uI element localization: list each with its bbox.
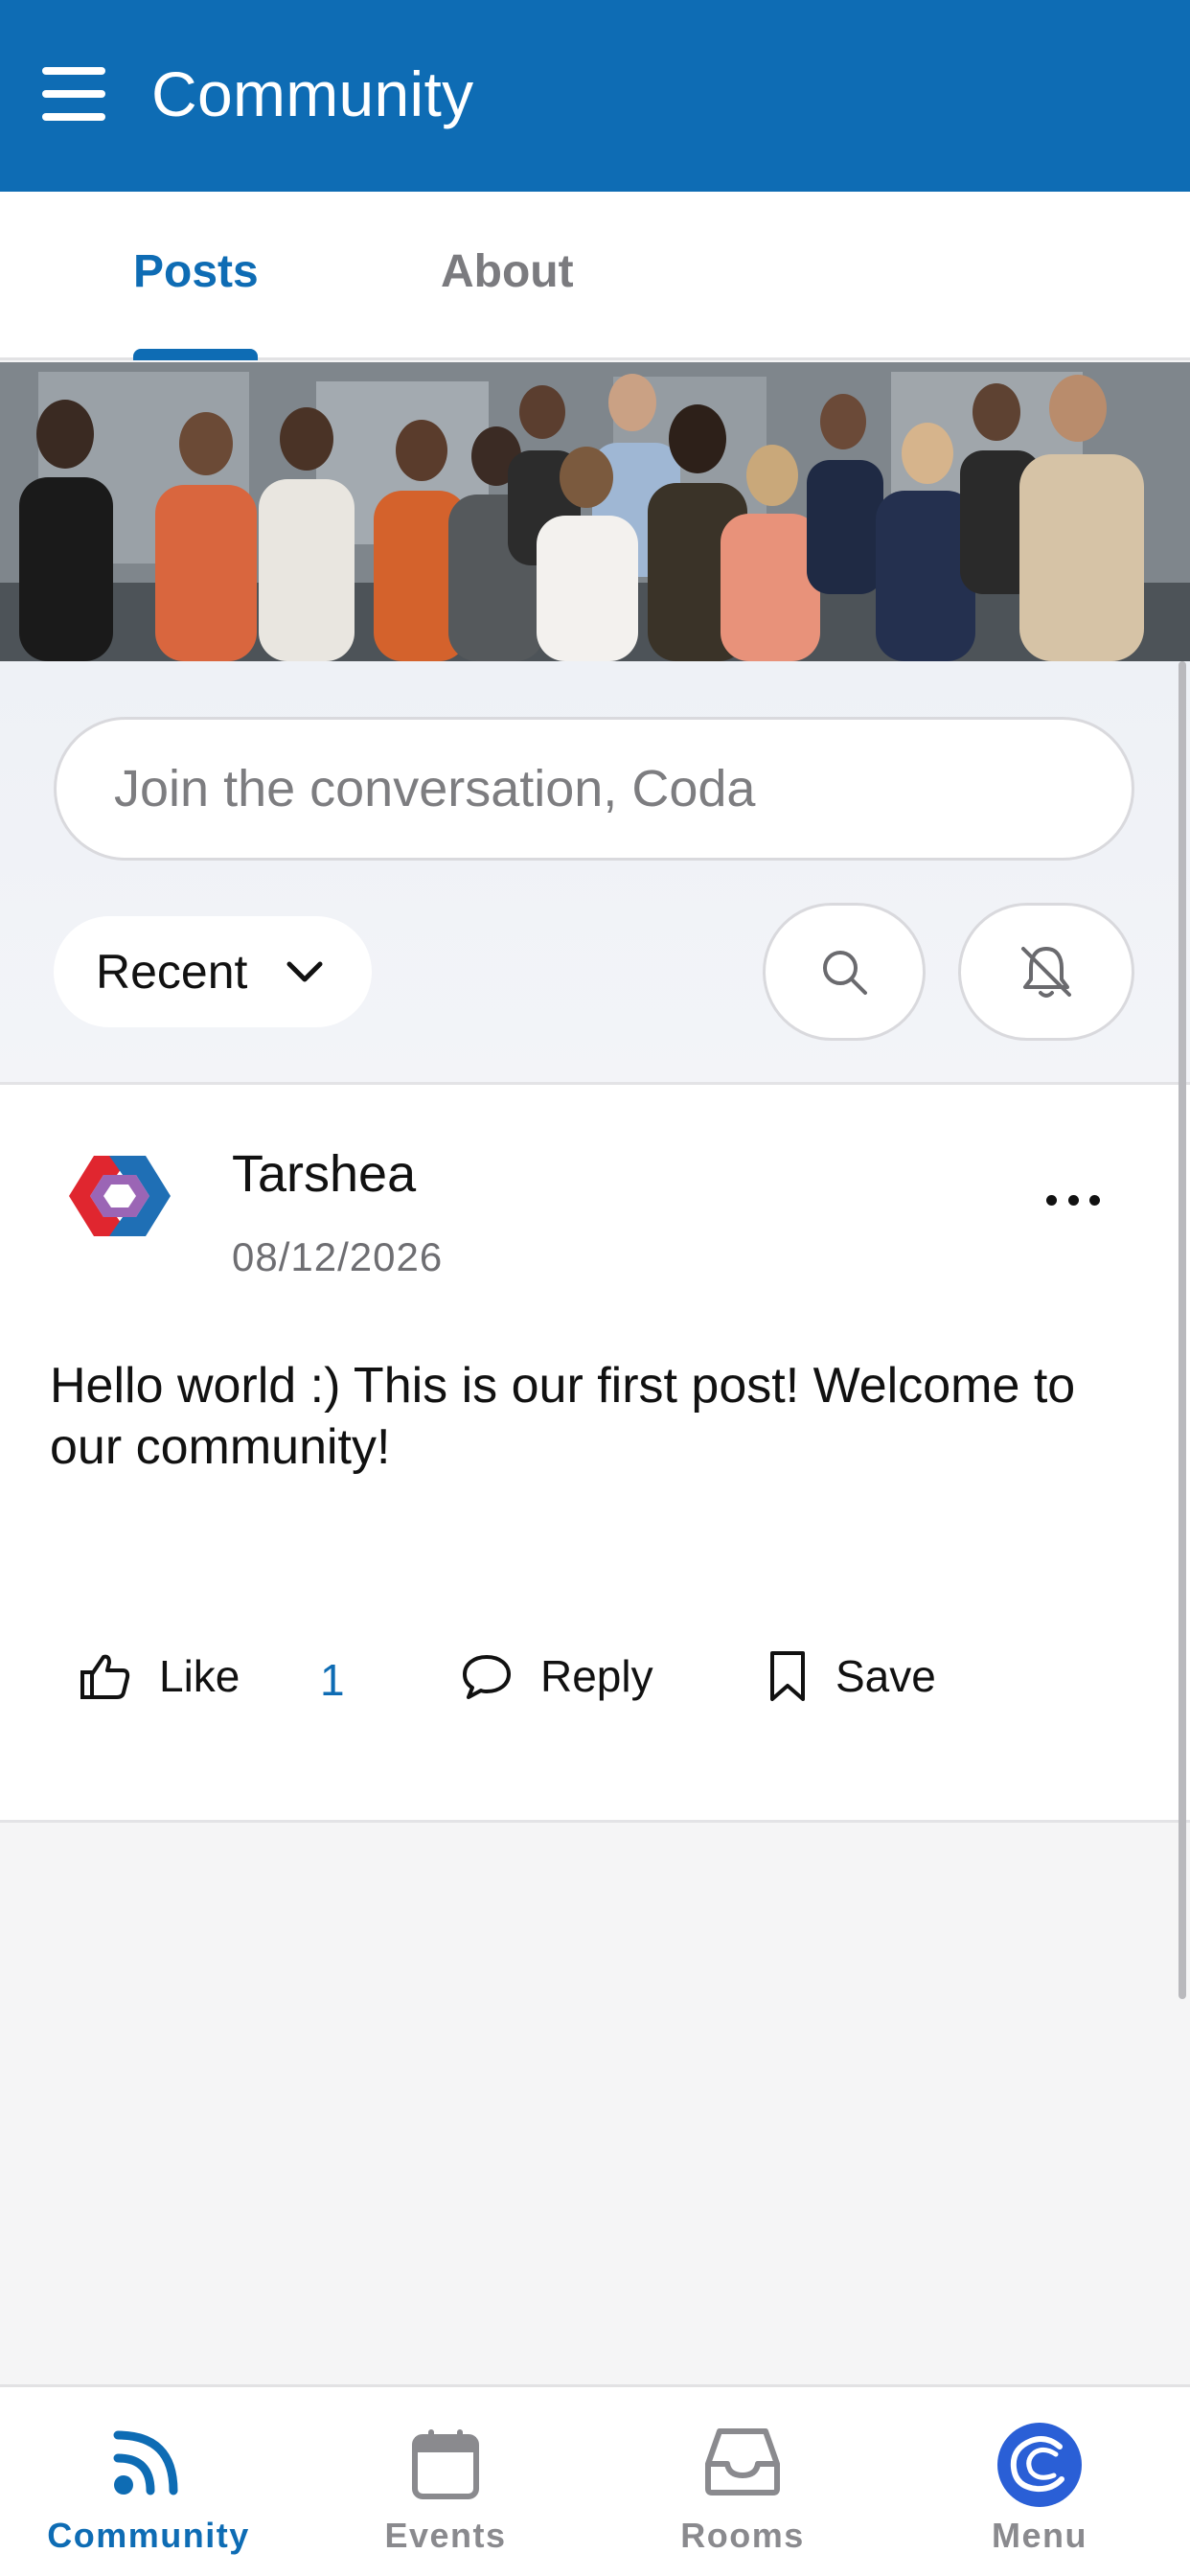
nav-events-label: Events (384, 2516, 507, 2555)
nav-rooms[interactable]: Rooms (594, 2387, 891, 2576)
bookmark-icon (770, 1651, 805, 1701)
calendar-icon (412, 2429, 479, 2499)
inbox-icon (705, 2428, 780, 2496)
post-author-name[interactable]: Tarshea (232, 1144, 416, 1204)
app-header: Community (0, 0, 1190, 192)
chevron-down-icon (286, 961, 323, 982)
compose-placeholder: Join the conversation, Coda (114, 760, 756, 817)
nav-community[interactable]: Community (0, 2387, 297, 2576)
community-banner-image (0, 362, 1190, 661)
active-tab-indicator (133, 349, 258, 360)
notifications-toggle-button[interactable] (958, 903, 1134, 1041)
save-label: Save (835, 1651, 936, 1701)
post-card: Tarshea 08/12/2026 Hello world :) This i… (0, 1085, 1190, 1823)
app-logo-icon (997, 2423, 1082, 2507)
save-button[interactable]: Save (767, 1643, 936, 1710)
nav-menu[interactable]: Menu (891, 2387, 1188, 2576)
tab-about[interactable]: About (441, 245, 574, 298)
hamburger-menu-icon[interactable] (42, 67, 105, 121)
nav-rooms-label: Rooms (680, 2516, 805, 2555)
page-title: Community (151, 58, 474, 129)
tab-posts[interactable]: Posts (133, 245, 259, 298)
like-label: Like (159, 1651, 240, 1701)
feed-icon (113, 2430, 178, 2496)
nav-menu-label: Menu (992, 2516, 1087, 2555)
bottom-navigation: Community Events Rooms Menu (0, 2384, 1190, 2576)
compose-section: Join the conversation, Coda Recent (0, 661, 1190, 1085)
comment-bubble-icon (463, 1655, 511, 1699)
thumbs-up-icon (80, 1654, 130, 1699)
post-date: 08/12/2026 (232, 1234, 444, 1279)
reply-button[interactable]: Reply (460, 1643, 653, 1710)
reply-label: Reply (540, 1651, 653, 1701)
nav-events[interactable]: Events (297, 2387, 594, 2576)
more-options-icon[interactable] (1046, 1190, 1100, 1209)
compose-input[interactable]: Join the conversation, Coda (54, 717, 1134, 861)
like-count[interactable]: 1 (320, 1654, 345, 1706)
like-button[interactable]: Like (79, 1643, 240, 1710)
sort-dropdown-label: Recent (96, 945, 248, 999)
bell-off-icon (1021, 947, 1071, 998)
group-photo (0, 362, 1190, 661)
search-button[interactable] (763, 903, 926, 1041)
post-body: Hello world :) This is our first post! W… (50, 1358, 1076, 1475)
author-avatar[interactable] (50, 1146, 190, 1246)
nav-community-label: Community (47, 2516, 250, 2555)
scrollbar[interactable] (1179, 661, 1186, 1999)
tab-bar: Posts About (0, 192, 1190, 360)
search-icon (823, 951, 867, 995)
sort-dropdown[interactable]: Recent (54, 916, 372, 1027)
